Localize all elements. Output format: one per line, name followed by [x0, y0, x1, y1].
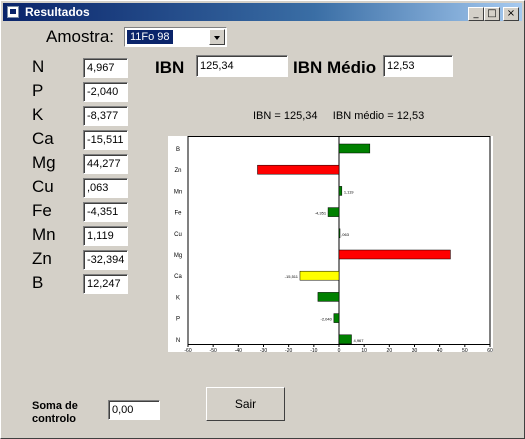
bar-value-label: -4,351	[315, 211, 327, 216]
x-tick-label: -40	[235, 348, 242, 352]
bar-mg	[338, 249, 451, 260]
title-bar[interactable]: Resultados _ □ ×	[3, 3, 522, 21]
category-label: K	[176, 295, 180, 301]
ibn-field[interactable]: 125,34	[196, 55, 288, 77]
ibn-medio-label: IBN Médio	[293, 58, 377, 77]
x-tick-label: 60	[487, 348, 493, 352]
bar-zn	[257, 164, 340, 175]
sair-button[interactable]: Sair	[206, 387, 285, 421]
x-tick-label: -50	[210, 348, 217, 352]
element-label: Zn	[32, 249, 52, 268]
bar-value-label: -2,040	[321, 317, 333, 322]
category-label: N	[176, 338, 180, 344]
app-icon	[7, 6, 19, 18]
element-value-field[interactable]: -2,040	[83, 82, 128, 102]
minimize-button[interactable]: _	[468, 7, 484, 21]
x-tick-label: 0	[338, 348, 341, 352]
x-tick-label: 40	[437, 348, 443, 352]
bar-value-label: -15,511	[285, 274, 299, 279]
category-label: Mg	[174, 253, 182, 259]
x-tick-label: 10	[361, 348, 367, 352]
element-label: B	[32, 273, 44, 292]
amostra-label: Amostra:	[46, 27, 115, 46]
element-value-field[interactable]: -4,351	[83, 202, 128, 222]
chart-panel: B Zn Mn 1,119 Fe -4,351 Cu ,063 Mg Ca -15,511 K P -2,…	[168, 136, 493, 354]
bar-cu	[338, 228, 341, 239]
chart-title: IBN = 125,34 IBN médio = 12,53	[253, 110, 425, 122]
amostra-selected-value: 11Fo 98	[127, 30, 173, 44]
category-label: Fe	[174, 211, 182, 217]
element-label: Mg	[32, 153, 56, 172]
element-value-field[interactable]: -15,511	[83, 130, 128, 150]
element-value-field[interactable]: -32,394	[83, 250, 128, 270]
element-value-field[interactable]: ,063	[83, 178, 128, 198]
element-value-field[interactable]: 1,119	[83, 226, 128, 246]
element-label: K	[32, 105, 44, 124]
element-label: P	[32, 81, 44, 100]
x-tick-label: -60	[184, 348, 191, 352]
amostra-dropdown[interactable]: 11Fo 98	[124, 27, 227, 47]
category-label: Cu	[174, 232, 182, 238]
bar-value-label: 4,967	[354, 338, 365, 343]
bar-value-label: ,063	[341, 232, 350, 237]
element-label: Mn	[32, 225, 56, 244]
soma-label-line1: Soma de	[32, 400, 78, 412]
bar-n	[338, 334, 352, 345]
x-tick-label: 20	[387, 348, 393, 352]
element-label: Fe	[32, 201, 52, 220]
x-tick-label: -30	[260, 348, 267, 352]
category-label: P	[176, 317, 180, 323]
close-button[interactable]: ×	[503, 7, 519, 21]
category-label: Zn	[174, 168, 181, 174]
bar-fe	[327, 207, 340, 217]
window-title: Resultados	[25, 5, 90, 19]
x-tick-label: 30	[412, 348, 418, 352]
bar-b	[338, 143, 371, 154]
ibn-chart: B Zn Mn 1,119 Fe -4,351 Cu ,063 Mg Ca -15,511 K P -2,…	[174, 136, 493, 354]
soma-label-line2: controlo	[32, 413, 76, 425]
element-label: Ca	[32, 129, 54, 148]
category-label: Mn	[174, 189, 182, 195]
category-label: B	[176, 147, 180, 153]
bar-ca	[299, 270, 340, 281]
x-tick-label: 50	[462, 348, 468, 352]
maximize-button[interactable]: □	[484, 7, 500, 21]
bar-p	[333, 313, 340, 323]
category-label: Ca	[174, 274, 182, 280]
element-value-field[interactable]: 4,967	[83, 58, 128, 78]
x-tick-label: -20	[285, 348, 292, 352]
bar-mn	[338, 186, 343, 196]
ibn-label: IBN	[155, 58, 185, 77]
element-label: N	[32, 57, 45, 76]
element-value-field[interactable]: 44,277	[83, 154, 128, 174]
x-tick-label: -10	[310, 348, 317, 352]
bar-k	[317, 292, 340, 302]
element-value-field[interactable]: -8,377	[83, 106, 128, 126]
element-value-field[interactable]: 12,247	[83, 274, 128, 294]
chevron-down-icon[interactable]	[209, 29, 225, 45]
soma-field[interactable]: 0,00	[108, 400, 160, 420]
bar-value-label: 1,119	[344, 189, 354, 194]
element-label: Cu	[32, 177, 54, 196]
ibn-medio-field[interactable]: 12,53	[383, 55, 453, 77]
